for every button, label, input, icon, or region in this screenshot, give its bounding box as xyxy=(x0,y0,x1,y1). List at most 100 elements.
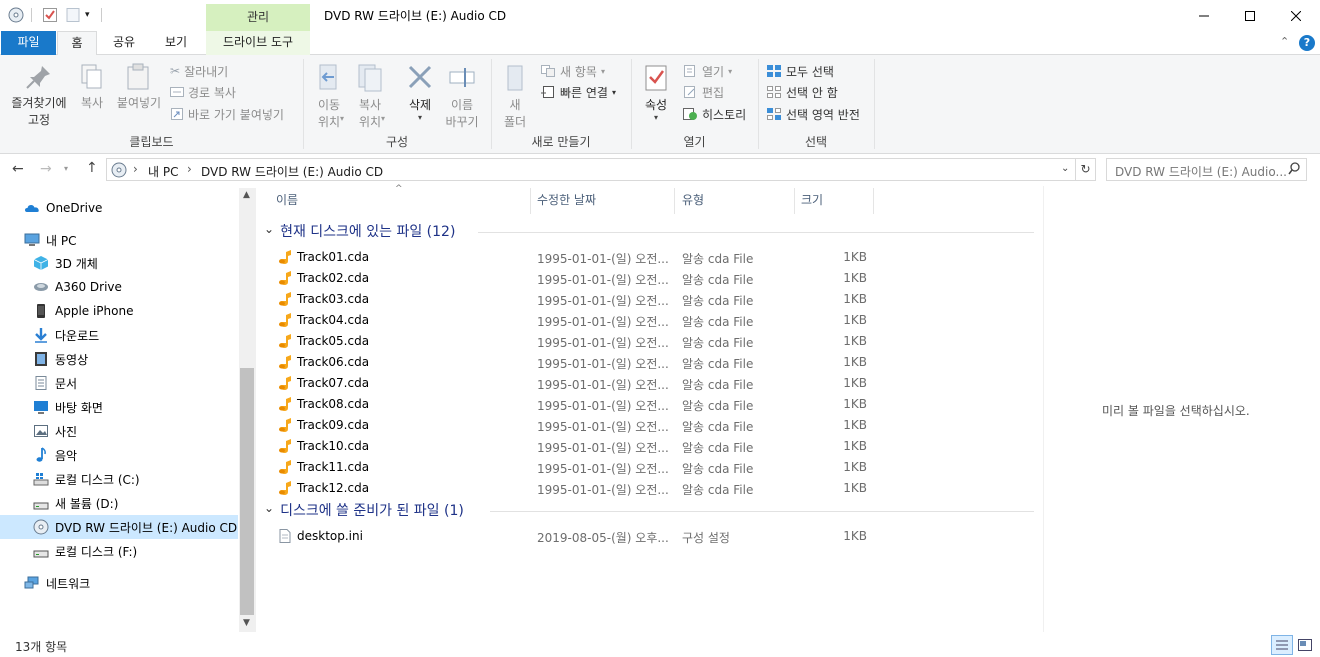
properties-button[interactable]: 속성 ▾ xyxy=(638,63,674,129)
select-none-button[interactable]: 선택 안 함 xyxy=(766,83,838,101)
scroll-up-icon[interactable]: ▲ xyxy=(243,190,250,200)
copy-to-dropdown-icon[interactable]: ▾ xyxy=(381,114,385,123)
up-arrow-icon[interactable]: ↑ xyxy=(86,160,98,176)
search-box[interactable]: DVD RW 드라이브 (E:) Audio... xyxy=(1106,158,1307,181)
column-divider[interactable] xyxy=(873,188,874,214)
new-folder-quick-icon[interactable] xyxy=(65,7,81,23)
easy-access-button[interactable]: 빠른 연결 ▾ xyxy=(540,83,616,101)
open-button[interactable]: 열기 ▾ xyxy=(682,62,732,80)
tab-home[interactable]: 홈 xyxy=(57,31,97,56)
close-button[interactable] xyxy=(1273,0,1319,31)
file-row[interactable]: Track09.cda 1995-01-01-(일) 오전... 알송 cda Fi… xyxy=(258,415,1038,436)
nav-item[interactable]: 3D 개체 xyxy=(0,251,238,275)
tab-file[interactable]: 파일 xyxy=(1,31,56,55)
group-collapse-chevron-icon[interactable]: ⌄ xyxy=(264,222,274,236)
breadcrumb-chevron-icon[interactable]: › xyxy=(133,162,138,176)
nav-item[interactable]: 로컬 디스크 (C:) xyxy=(0,467,238,491)
cut-button[interactable]: ✂ 잘라내기 xyxy=(170,62,228,80)
nav-item[interactable]: 로컬 디스크 (F:) xyxy=(0,539,238,563)
tab-view[interactable]: 보기 xyxy=(156,31,196,55)
column-header-name[interactable]: 이름 xyxy=(276,193,298,213)
file-row[interactable]: Track08.cda 1995-01-01-(일) 오전... 알송 cda Fi… xyxy=(258,394,1038,415)
edit-button[interactable]: 편집 xyxy=(682,83,724,101)
refresh-button[interactable]: ↻ xyxy=(1076,158,1096,181)
address-dropdown-icon[interactable]: ⌄ xyxy=(1061,163,1069,174)
file-row[interactable]: Track02.cda 1995-01-01-(일) 오전... 알송 cda Fi… xyxy=(258,268,1038,289)
tab-share[interactable]: 공유 xyxy=(104,31,144,55)
rename-button[interactable]: 이름 바꾸기 xyxy=(443,63,481,129)
help-icon[interactable]: ? xyxy=(1299,35,1315,51)
group-header[interactable]: ⌄ 현재 디스크에 있는 파일 (12) xyxy=(264,221,455,241)
quick-access-dropdown-icon[interactable]: ▾ xyxy=(85,10,101,26)
column-divider[interactable] xyxy=(674,188,675,214)
nav-item[interactable]: 동영상 xyxy=(0,347,238,371)
scrollbar-thumb[interactable] xyxy=(240,368,254,615)
copy-button[interactable]: 복사 xyxy=(75,63,109,129)
breadcrumb-drive[interactable]: DVD RW 드라이브 (E:) Audio CD xyxy=(201,163,383,180)
group-collapse-chevron-icon[interactable]: ⌄ xyxy=(264,501,274,515)
address-bar[interactable]: › 내 PC › DVD RW 드라이브 (E:) Audio CD ⌄ xyxy=(106,158,1076,181)
file-row[interactable]: Track06.cda 1995-01-01-(일) 오전... 알송 cda Fi… xyxy=(258,352,1038,373)
file-row[interactable]: Track12.cda 1995-01-01-(일) 오전... 알송 cda Fi… xyxy=(258,478,1038,499)
nav-item[interactable]: 다운로드 xyxy=(0,323,238,347)
open-dropdown-icon[interactable]: ▾ xyxy=(728,67,732,76)
column-divider[interactable] xyxy=(530,188,531,214)
column-header-type[interactable]: 유형 xyxy=(682,193,704,213)
new-item-dropdown-icon[interactable]: ▾ xyxy=(601,67,605,76)
group-header[interactable]: ⌄ 디스크에 쓸 준비가 된 파일 (1) xyxy=(264,500,464,520)
breadcrumb-chevron-icon[interactable]: › xyxy=(187,162,192,176)
nav-network[interactable]: 네트워크 xyxy=(0,571,238,595)
invert-selection-button[interactable]: 선택 영역 반전 xyxy=(766,105,860,123)
nav-item[interactable]: 사진 xyxy=(0,419,238,443)
delete-button[interactable]: 삭제 ▾ xyxy=(400,63,440,129)
file-row[interactable]: Track03.cda 1995-01-01-(일) 오전... 알송 cda Fi… xyxy=(258,289,1038,310)
scroll-down-icon[interactable]: ▼ xyxy=(243,618,250,628)
minimize-button[interactable] xyxy=(1181,0,1227,31)
history-button[interactable]: 히스토리 xyxy=(682,105,746,123)
collapse-ribbon-icon[interactable]: ⌃ xyxy=(1280,35,1289,48)
nav-item[interactable]: A360 Drive xyxy=(0,275,238,299)
search-input[interactable]: DVD RW 드라이브 (E:) Audio... xyxy=(1115,163,1287,180)
nav-item[interactable]: Apple iPhone xyxy=(0,299,238,323)
maximize-button[interactable] xyxy=(1227,0,1273,31)
tab-drive-tools[interactable]: 드라이브 도구 xyxy=(206,31,310,55)
nav-item[interactable]: 음악 xyxy=(0,443,238,467)
file-row[interactable]: desktop.ini 2019-08-05-(월) 오후... 구성 설정 1KB xyxy=(258,526,1038,547)
column-divider[interactable] xyxy=(794,188,795,214)
paste-button[interactable]: 붙여넣기 xyxy=(114,63,164,129)
select-all-button[interactable]: 모두 선택 xyxy=(766,62,834,80)
nav-scrollbar[interactable]: ▲ ▼ xyxy=(239,188,256,632)
back-arrow-icon[interactable]: ← xyxy=(12,161,24,177)
file-row[interactable]: Track01.cda 1995-01-01-(일) 오전... 알송 cda Fi… xyxy=(258,247,1038,268)
copy-path-button[interactable]: 경로 복사 xyxy=(170,83,236,101)
new-folder-button[interactable]: 새 폴더 xyxy=(498,63,532,129)
nav-item[interactable]: 문서 xyxy=(0,371,238,395)
new-item-button[interactable]: 새 항목 ▾ xyxy=(540,62,605,80)
nav-onedrive[interactable]: OneDrive xyxy=(0,196,238,220)
pin-to-quick-access-button[interactable]: 즐겨찾기에 고정 xyxy=(6,63,72,129)
file-row[interactable]: Track04.cda 1995-01-01-(일) 오전... 알송 cda Fi… xyxy=(258,310,1038,331)
delete-dropdown-icon[interactable]: ▾ xyxy=(400,113,440,122)
properties-quick-icon[interactable] xyxy=(42,7,58,23)
forward-arrow-icon[interactable]: → xyxy=(40,161,52,177)
file-row[interactable]: Track10.cda 1995-01-01-(일) 오전... 알송 cda Fi… xyxy=(258,436,1038,457)
file-row[interactable]: Track07.cda 1995-01-01-(일) 오전... 알송 cda Fi… xyxy=(258,373,1038,394)
column-header-size[interactable]: 크기 xyxy=(801,193,823,213)
nav-item[interactable]: 새 볼륨 (D:) xyxy=(0,491,238,515)
paste-shortcut-button[interactable]: 바로 가기 붙여넣기 xyxy=(170,105,284,123)
recent-locations-icon[interactable]: ▾ xyxy=(64,164,68,173)
easy-access-dropdown-icon[interactable]: ▾ xyxy=(612,88,616,97)
column-header-date[interactable]: 수정한 날짜 xyxy=(537,193,596,213)
move-to-dropdown-icon[interactable]: ▾ xyxy=(340,114,344,123)
large-icons-view-button[interactable] xyxy=(1296,636,1314,654)
breadcrumb-pc[interactable]: 내 PC xyxy=(148,163,178,180)
context-tab-manage[interactable]: 관리 xyxy=(206,4,310,31)
file-row[interactable]: Track11.cda 1995-01-01-(일) 오전... 알송 cda Fi… xyxy=(258,457,1038,478)
nav-item[interactable]: DVD RW 드라이브 (E:) Audio CD xyxy=(0,515,238,539)
nav-item[interactable]: 바탕 화면 xyxy=(0,395,238,419)
nav-this-pc[interactable]: 내 PC xyxy=(0,228,238,252)
details-view-button[interactable] xyxy=(1271,635,1293,655)
properties-dropdown-icon[interactable]: ▾ xyxy=(638,113,674,122)
file-row[interactable]: Track05.cda 1995-01-01-(일) 오전... 알송 cda Fi… xyxy=(258,331,1038,352)
copy-icon xyxy=(81,64,102,89)
